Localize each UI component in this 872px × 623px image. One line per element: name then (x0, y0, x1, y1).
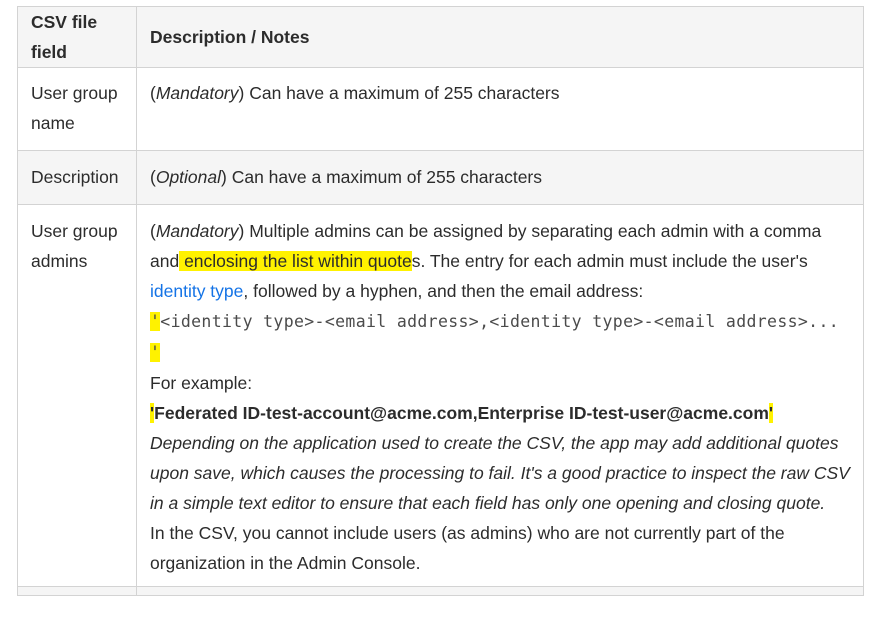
example-value: 'Federated ID-test-account@acme.com,Ente… (150, 398, 850, 428)
final-note: In the CSV, you cannot include users (as… (150, 523, 785, 573)
requirement-label: Mandatory (155, 83, 239, 103)
notes-cell: (Mandatory) Can have a maximum of 255 ch… (136, 67, 864, 151)
table-row: User group name (Mandatory) Can have a m… (17, 67, 864, 151)
notes-cell: (Optional) Can have a maximum of 255 cha… (136, 150, 864, 205)
close-quote: ' (150, 343, 161, 362)
field-cell: Description (17, 150, 137, 205)
notes-text: Can have a maximum of 255 characters (231, 167, 543, 187)
highlighted-text: enclosing the list within quote (179, 251, 412, 271)
csv-fields-table: CSV file field Description / Notes User … (17, 6, 864, 596)
note-text: Depending on the application used to cre… (150, 433, 850, 513)
table-row: Description (Optional) Can have a maximu… (17, 150, 864, 205)
code-text: <identity type>-<email address>,<identit… (160, 312, 840, 331)
table-header-row: CSV file field Description / Notes (17, 6, 864, 68)
field-cell: User group admins (17, 204, 137, 587)
notes-cell: (Mandatory) Multiple admins can be assig… (136, 204, 864, 587)
admins-intro: (Mandatory) Multiple admins can be assig… (150, 221, 822, 301)
example-label: For example: (150, 373, 253, 393)
format-code: '<identity type>-<email address>,<identi… (150, 306, 850, 368)
header-csv-file-field: CSV file field (17, 6, 137, 68)
header-description-notes: Description / Notes (136, 6, 864, 68)
field-cell (17, 586, 137, 596)
notes-text: Can have a maximum of 255 characters (249, 83, 560, 103)
table-row: User group admins (Mandatory) Multiple a… (17, 204, 864, 587)
notes-cell (136, 586, 864, 596)
open-quote: ' (150, 312, 161, 331)
requirement-label: Mandatory (155, 221, 239, 241)
identity-type-link[interactable]: identity type (150, 281, 243, 301)
close-quote: ' (768, 403, 774, 423)
example-text: Federated ID-test-account@acme.com,Enter… (154, 403, 769, 423)
table-row (17, 586, 864, 596)
field-cell: User group name (17, 67, 137, 151)
requirement-label: Optional (155, 167, 222, 187)
